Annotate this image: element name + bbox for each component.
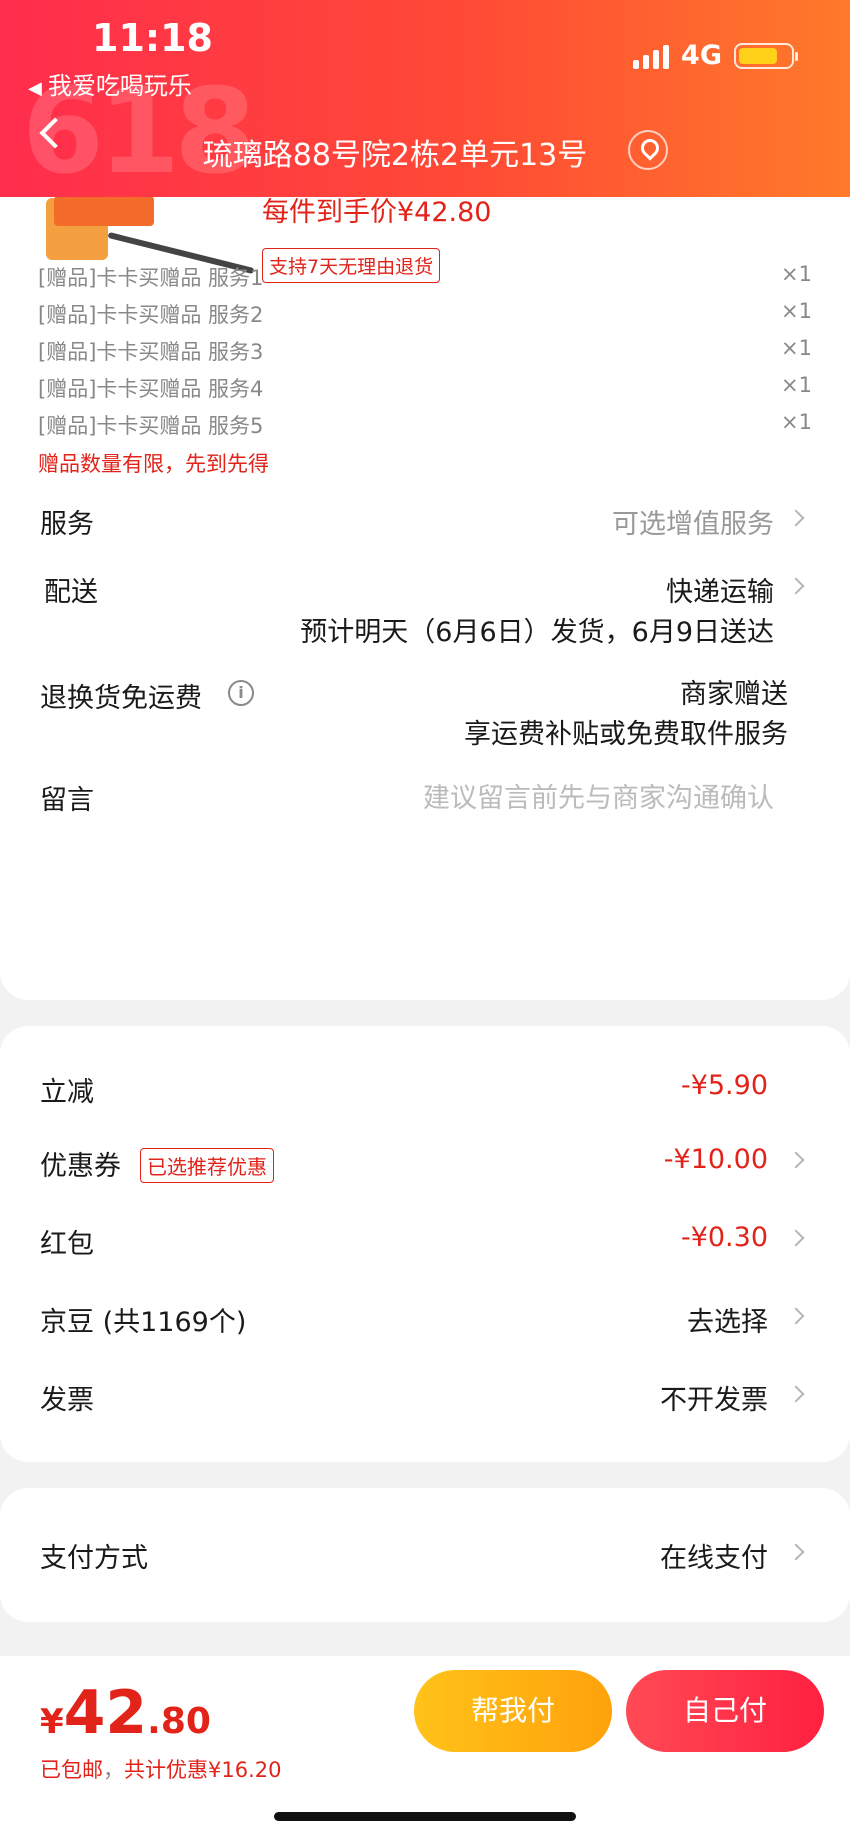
back-to-app-link[interactable]: ◀ 我爱吃喝玩乐 (28, 66, 192, 101)
gift-item: [赠品]卡卡买赠品 服务4 ×1 (38, 373, 812, 403)
gift-item: [赠品]卡卡买赠品 服务1 ×1 (38, 262, 812, 292)
gift-name: [赠品]卡卡买赠品 服务3 (38, 340, 264, 364)
gift-qty: ×1 (781, 336, 812, 360)
free-return-value: 商家赠送 (680, 679, 788, 710)
red-packet-label: 红包 (40, 1229, 94, 1260)
total-savings-label: 共计优惠¥16.20 (124, 1758, 282, 1782)
invoice-label: 发票 (40, 1385, 94, 1416)
total-decimal: .80 (147, 1701, 211, 1742)
instant-discount-value: -¥5.90 (680, 1070, 768, 1101)
gift-item: [赠品]卡卡买赠品 服务3 ×1 (38, 336, 812, 366)
price-summary: 已包邮，共计优惠¥16.20 (40, 1754, 281, 1784)
chevron-right-icon (787, 1229, 805, 1247)
gift-item: [赠品]卡卡买赠品 服务2 ×1 (38, 299, 812, 329)
self-pay-button[interactable]: 自己付 (626, 1670, 824, 1752)
gift-name: [赠品]卡卡买赠品 服务2 (38, 303, 264, 327)
coupon-recommended-badge: 已选推荐优惠 (140, 1148, 274, 1183)
location-pin-icon[interactable] (628, 130, 668, 170)
order-confirm-page: 每件到手价¥42.80 支持7天无理由退货 [赠品]卡卡买赠品 服务1 ×1 [… (0, 0, 850, 1839)
checkout-bar: ¥42.80 已包邮，共计优惠¥16.20 帮我付 自己付 (0, 1656, 850, 1839)
total-integer: 42 (63, 1678, 148, 1748)
help-pay-button[interactable]: 帮我付 (414, 1670, 612, 1752)
summary-separator: ， (103, 1758, 124, 1782)
battery-level-fill (739, 47, 777, 64)
delivery-label: 配送 (44, 577, 98, 608)
message-input[interactable]: 建议留言前先与商家沟通确认 (423, 776, 774, 815)
chevron-right-icon (787, 1385, 805, 1403)
gift-item: [赠品]卡卡买赠品 服务5 ×1 (38, 410, 812, 440)
invoice-value: 不开发票 (660, 1385, 768, 1416)
delivery-method: 快递运输 (666, 577, 774, 608)
delivery-estimate: 预计明天（6月6日）发货，6月9日送达 (300, 617, 774, 648)
total-price: ¥42.80 (40, 1678, 211, 1748)
message-label: 留言 (40, 785, 94, 816)
chevron-right-icon (787, 577, 805, 595)
payment-card: 支付方式 在线支付 (0, 1488, 850, 1622)
coupon-label: 优惠券 (40, 1151, 121, 1182)
currency-symbol: ¥ (40, 1702, 64, 1742)
chevron-right-icon (787, 1307, 805, 1325)
coupon-value: -¥10.00 (663, 1144, 768, 1175)
chevron-right-icon (787, 1543, 805, 1561)
gift-qty: ×1 (781, 410, 812, 434)
delivery-address[interactable]: 琉璃路88号院2栋2单元13号 (0, 130, 850, 174)
gift-name: [赠品]卡卡买赠品 服务4 (38, 377, 264, 401)
info-icon[interactable]: i (228, 680, 254, 706)
free-return-label: 退换货免运费 (40, 683, 202, 714)
chevron-right-icon (787, 1151, 805, 1169)
gift-qty: ×1 (781, 299, 812, 323)
gift-name: [赠品]卡卡买赠品 服务5 (38, 414, 264, 438)
back-triangle-icon: ◀ (28, 78, 42, 99)
jd-beans-value: 去选择 (687, 1307, 768, 1338)
gift-limit-note: 赠品数量有限，先到先得 (38, 452, 269, 476)
gift-name: [赠品]卡卡买赠品 服务1 (38, 266, 264, 290)
status-indicators: 4G (633, 40, 798, 71)
status-time: 11:18 (92, 16, 213, 60)
chevron-right-icon (787, 509, 805, 527)
battery-icon (734, 42, 798, 69)
discounts-card: 立减 -¥5.90 优惠券 已选推荐优惠 -¥10.00 红包 -¥0.30 京… (0, 1026, 850, 1462)
payment-method-value: 在线支付 (660, 1543, 768, 1574)
product-tag-image (54, 196, 154, 226)
shipping-free-label: 已包邮 (40, 1758, 103, 1782)
network-type: 4G (681, 40, 722, 71)
red-packet-value: -¥0.30 (680, 1222, 768, 1253)
jd-beans-label: 京豆 (共1169个) (40, 1307, 247, 1338)
header: 618 11:18 ◀ 我爱吃喝玩乐 4G 琉璃路88号院2栋2单元13号 (0, 0, 850, 197)
service-label: 服务 (40, 509, 94, 540)
signal-icon (633, 43, 670, 69)
gift-qty: ×1 (781, 373, 812, 397)
gift-qty: ×1 (781, 262, 812, 286)
instant-discount-label: 立减 (40, 1077, 94, 1108)
free-return-detail: 享运费补贴或免费取件服务 (464, 719, 788, 750)
home-indicator (274, 1812, 576, 1821)
payment-method-label: 支付方式 (40, 1543, 148, 1574)
order-detail-card: 每件到手价¥42.80 支持7天无理由退货 [赠品]卡卡买赠品 服务1 ×1 [… (0, 150, 850, 1000)
service-value: 可选增值服务 (612, 509, 774, 540)
back-app-label: 我爱吃喝玩乐 (47, 72, 192, 100)
